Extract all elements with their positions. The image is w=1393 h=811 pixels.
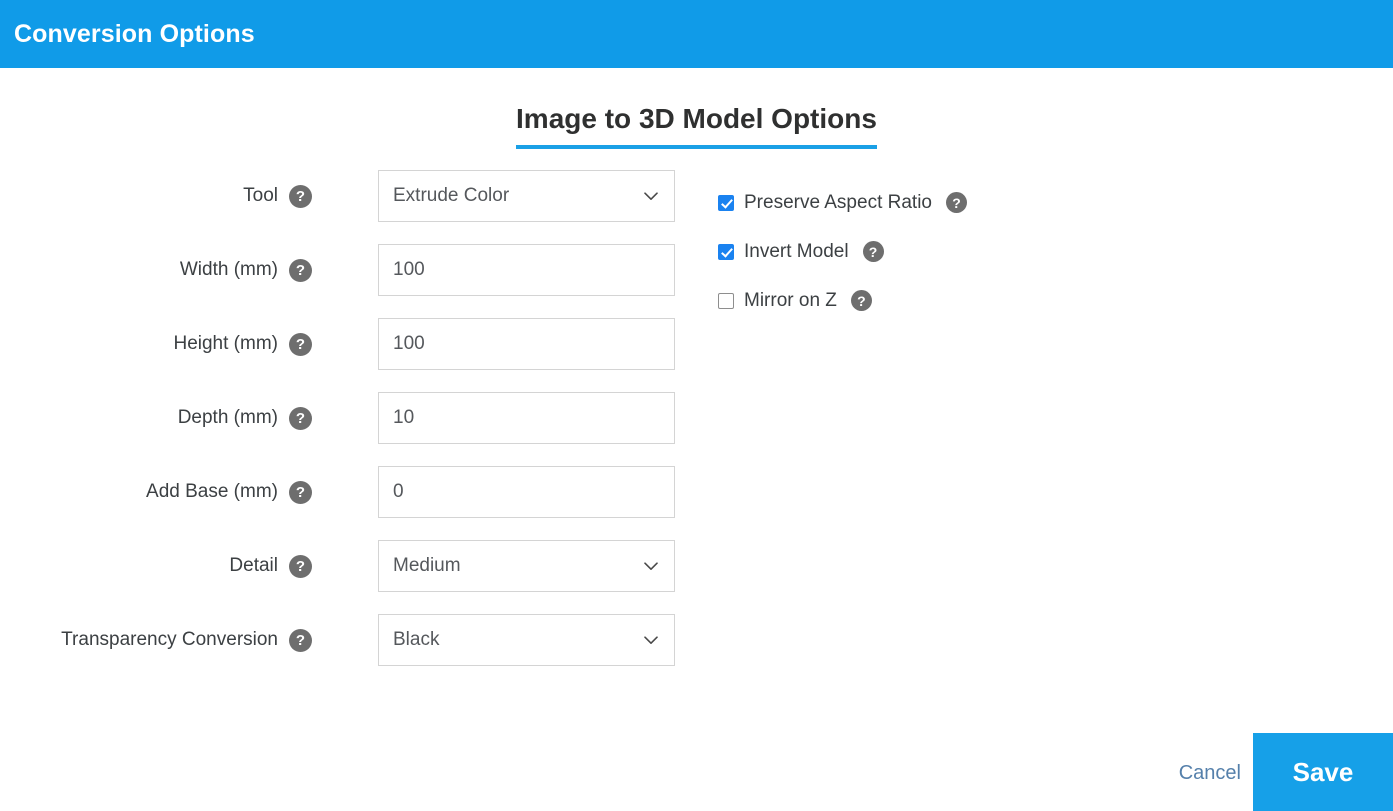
invert-model-help-icon[interactable]: ? (863, 241, 884, 262)
add-base-mm-input[interactable]: 0 (378, 466, 675, 518)
page-title: Image to 3D Model Options (516, 104, 877, 149)
form-row: Depth (mm)? 10 (0, 392, 1393, 466)
depth-mm-input[interactable]: 10 (378, 392, 675, 444)
checkbox-row: Preserve Aspect Ratio? (718, 178, 1138, 227)
add-base-mm-field-cell: 0 (378, 466, 675, 518)
dialog-footer: Cancel Save (0, 724, 1393, 806)
window-title: Conversion Options (0, 20, 255, 49)
height-mm-label: Height (mm) (173, 333, 278, 355)
width-mm-input[interactable]: 100 (378, 244, 675, 296)
detail-help-icon[interactable]: ? (289, 555, 312, 578)
transparency-conversion-select-value: Black (393, 629, 439, 651)
depth-mm-input-value: 10 (393, 407, 414, 429)
mirror-on-z-help-icon[interactable]: ? (851, 290, 872, 311)
tool-help-icon[interactable]: ? (289, 185, 312, 208)
transparency-conversion-label: Transparency Conversion (61, 629, 278, 651)
detail-label: Detail (229, 555, 278, 577)
height-mm-input[interactable]: 100 (378, 318, 675, 370)
checkbox-row: Mirror on Z? (718, 276, 1138, 325)
cancel-button[interactable]: Cancel (1179, 762, 1241, 785)
height-mm-help-icon[interactable]: ? (289, 333, 312, 356)
mirror-on-z-checkbox[interactable] (718, 293, 734, 309)
add-base-mm-help-icon[interactable]: ? (289, 481, 312, 504)
invert-model-checkbox[interactable] (718, 244, 734, 260)
mirror-on-z-label: Mirror on Z (744, 290, 837, 312)
depth-mm-label-cell: Depth (mm)? (0, 392, 312, 444)
preserve-aspect-ratio-checkbox[interactable] (718, 195, 734, 211)
add-base-mm-label: Add Base (mm) (146, 481, 278, 503)
detail-select-value: Medium (393, 555, 461, 577)
transparency-conversion-field-cell: Black (378, 614, 675, 666)
transparency-conversion-select[interactable]: Black (378, 614, 675, 666)
options-checkbox-group: Preserve Aspect Ratio?Invert Model?Mirro… (718, 178, 1138, 325)
preserve-aspect-ratio-label: Preserve Aspect Ratio (744, 192, 932, 214)
chevron-down-icon (644, 192, 658, 201)
chevron-down-icon (644, 562, 658, 571)
checkbox-row: Invert Model? (718, 227, 1138, 276)
add-base-mm-input-value: 0 (393, 481, 404, 503)
height-mm-field-cell: 100 (378, 318, 675, 370)
height-mm-input-value: 100 (393, 333, 425, 355)
chevron-down-icon (644, 636, 658, 645)
width-mm-label: Width (mm) (180, 259, 278, 281)
tool-label: Tool (243, 185, 278, 207)
width-mm-input-value: 100 (393, 259, 425, 281)
tool-field-cell: Extrude Color (378, 170, 675, 222)
form-row: Tool? Extrude Color (0, 170, 1393, 244)
transparency-conversion-label-cell: Transparency Conversion? (0, 614, 312, 666)
detail-select[interactable]: Medium (378, 540, 675, 592)
invert-model-label: Invert Model (744, 241, 849, 263)
transparency-conversion-help-icon[interactable]: ? (289, 629, 312, 652)
preserve-aspect-ratio-help-icon[interactable]: ? (946, 192, 967, 213)
options-form: Tool?Extrude ColorWidth (mm)?100Height (… (0, 170, 1393, 688)
detail-field-cell: Medium (378, 540, 675, 592)
tool-select-value: Extrude Color (393, 185, 509, 207)
form-row: Width (mm)? 100 (0, 244, 1393, 318)
depth-mm-field-cell: 10 (378, 392, 675, 444)
form-row: Height (mm)? 100 (0, 318, 1393, 392)
add-base-mm-label-cell: Add Base (mm)? (0, 466, 312, 518)
form-row: Add Base (mm)? 0 (0, 466, 1393, 540)
depth-mm-label: Depth (mm) (178, 407, 278, 429)
form-row: Detail? Medium (0, 540, 1393, 614)
form-row: Transparency Conversion? Black (0, 614, 1393, 688)
detail-label-cell: Detail? (0, 540, 312, 592)
save-button[interactable]: Save (1253, 733, 1393, 811)
page-heading-wrap: Image to 3D Model Options (0, 104, 1393, 149)
width-mm-label-cell: Width (mm)? (0, 244, 312, 296)
tool-select[interactable]: Extrude Color (378, 170, 675, 222)
tool-label-cell: Tool? (0, 170, 312, 222)
width-mm-field-cell: 100 (378, 244, 675, 296)
depth-mm-help-icon[interactable]: ? (289, 407, 312, 430)
height-mm-label-cell: Height (mm)? (0, 318, 312, 370)
window-titlebar: Conversion Options (0, 0, 1393, 68)
width-mm-help-icon[interactable]: ? (289, 259, 312, 282)
